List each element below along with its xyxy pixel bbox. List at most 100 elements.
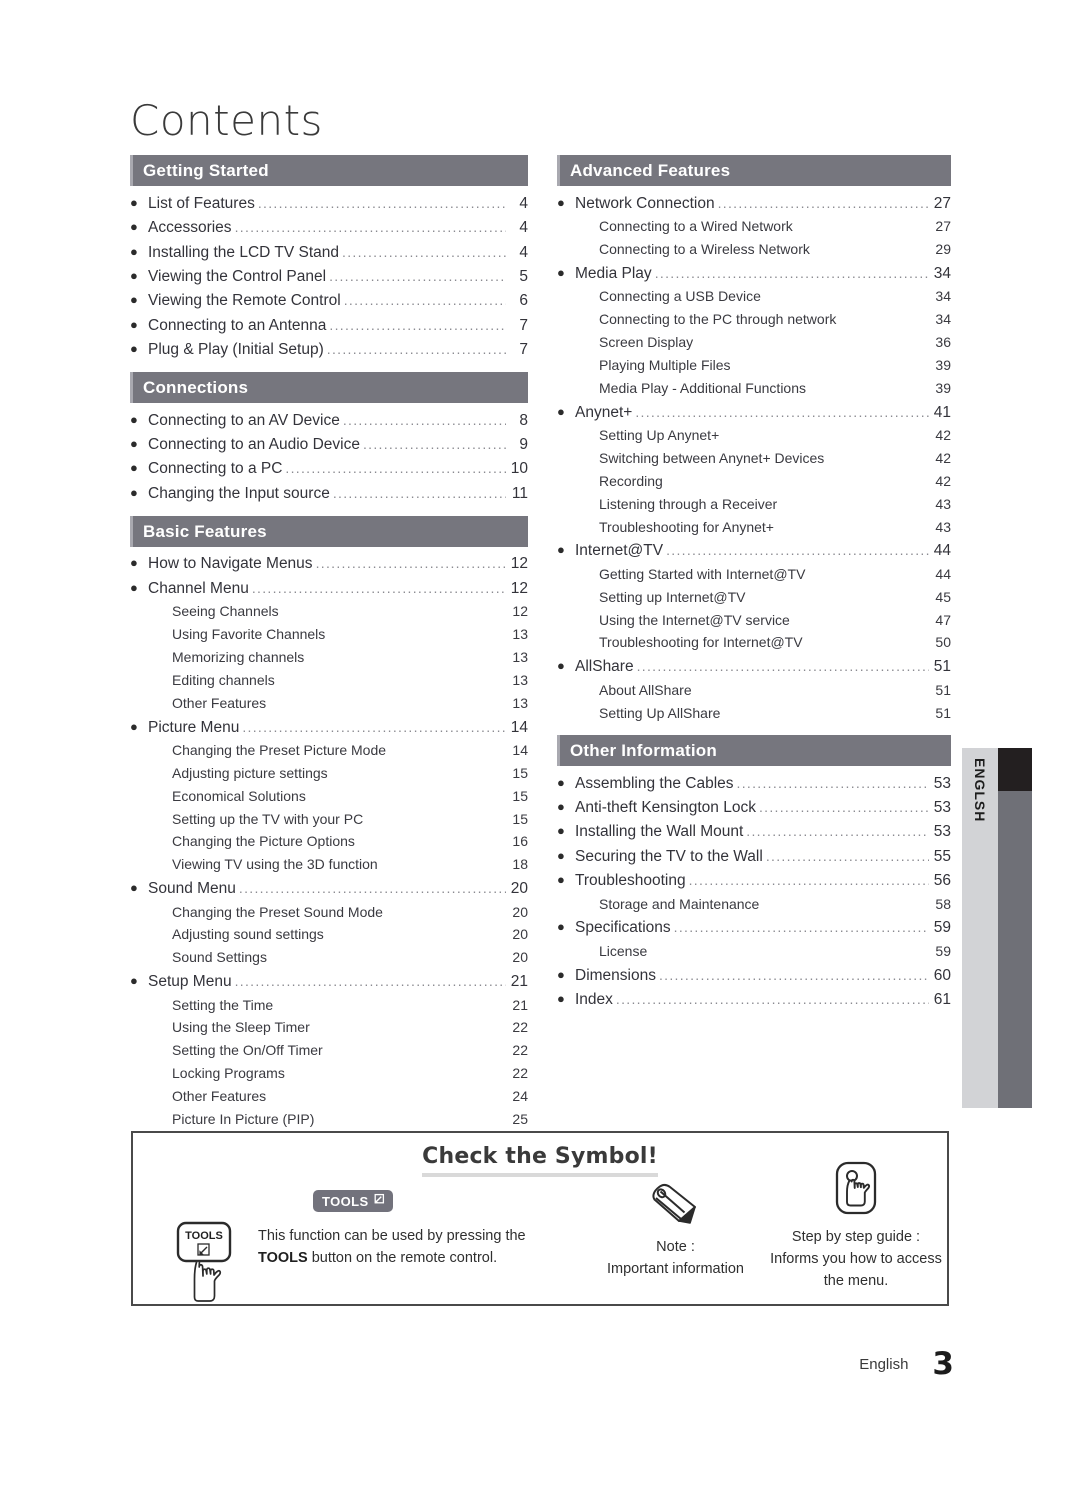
toc-entry[interactable]: License 59 [557,940,951,963]
toc-entry[interactable]: Other Features 24 [130,1086,528,1109]
toc-entry[interactable]: Using Favorite Channels 13 [130,624,528,647]
toc-entry[interactable]: Troubleshooting for Internet@TV 50 [557,632,951,655]
toc-entry-page-number: 18 [512,856,528,873]
toc-entry[interactable]: ● Picture Menu...........................… [130,715,528,739]
toc-entry[interactable]: About AllShare 51 [557,679,951,702]
toc-entry[interactable]: Adjusting sound settings 20 [130,924,528,947]
toc-entry[interactable]: ● Connecting to an AV Device.............… [130,408,528,432]
toc-entry-list: ● Assembling the Cables..................… [557,766,951,1018]
toc-entry[interactable]: ● Connecting to a PC.....................… [130,457,528,481]
toc-entry[interactable]: Setting up the TV with your PC 15 [130,808,528,831]
toc-entry[interactable]: ● Installing the LCD TV Stand............… [130,240,528,264]
toc-entry-page-number: 44 [935,565,951,582]
toc-entry-page-number: 7 [519,341,528,358]
toc-entry[interactable]: Recording 42 [557,470,951,493]
toc-entry-label: Editing channels [172,671,275,688]
toc-entry[interactable]: Screen Display 36 [557,332,951,355]
toc-entry[interactable]: ● Connecting to an Antenna...............… [130,313,528,337]
toc-entry[interactable]: Economical Solutions 15 [130,785,528,808]
toc-entry[interactable]: ● Media Play.............................… [557,261,951,285]
toc-entry[interactable]: ● Anynet+................................… [557,400,951,424]
toc-entry[interactable]: Setting up Internet@TV 45 [557,586,951,609]
guide-caption-title: Step by step guide : [791,1229,921,1245]
toc-entry[interactable]: Troubleshooting for Anynet+ 43 [557,516,951,539]
toc-entry-page-number: 53 [933,774,951,792]
toc-entry[interactable]: Connecting to the PC through network 34 [557,309,951,332]
dot-leader: ........................................… [257,194,506,211]
toc-entry[interactable]: Storage and Maintenance 58 [557,893,951,916]
toc-section: Connections ● Connecting to an AV Device..… [130,371,528,512]
toc-entry-page-number: 50 [935,634,951,651]
toc-entry[interactable]: Playing Multiple Files 39 [557,354,951,377]
toc-entry[interactable]: Connecting to a Wireless Network 29 [557,239,951,262]
toc-entry[interactable]: Other Features 13 [130,692,528,715]
toc-entry[interactable]: Media Play - Additional Functions 39 [557,377,951,400]
toc-entry[interactable]: Switching between Anynet+ Devices 42 [557,447,951,470]
toc-entry-page-number: 41 [933,403,951,421]
toc-entry-label: Adjusting picture settings [172,764,328,781]
toc-entry[interactable]: Seeing Channels 12 [130,601,528,624]
toc-entry-page-number: 51 [935,704,951,721]
toc-entry[interactable]: ● Sound Menu.............................… [130,877,528,901]
toc-entry[interactable]: ● Plug & Play (Initial Setup)............… [130,338,528,362]
toc-entry[interactable]: Changing the Picture Options 16 [130,831,528,854]
toc-entry[interactable]: Connecting to a Wired Network 27 [557,216,951,239]
toc-entry[interactable]: Setting Up AllShare 51 [557,702,951,725]
toc-entry[interactable]: Setting the Time 21 [130,994,528,1017]
footer-language: English [859,1355,909,1373]
toc-entry[interactable]: ● AllShare...............................… [557,655,951,679]
toc-entry[interactable]: ● Internet@TV............................… [557,539,951,563]
toc-entry[interactable]: ● Specifications.........................… [557,916,951,940]
toc-entry-page-number: 12 [512,603,528,620]
bullet-icon: ● [557,991,565,1006]
toc-entry[interactable]: ● Changing the Input source..............… [130,481,528,505]
dot-leader: ........................................… [758,799,929,815]
toc-entry-list: ● Connecting to an AV Device.............… [130,403,528,512]
toc-entry[interactable]: Changing the Preset Picture Mode 14 [130,739,528,762]
toc-entry[interactable]: Setting Up Anynet+ 42 [557,425,951,448]
toc-entry[interactable]: Memorizing channels 13 [130,646,528,669]
dot-leader: ........................................… [332,484,506,501]
toc-entry[interactable]: ● Network Connection.....................… [557,191,951,215]
toc-entry[interactable]: ● Installing the Wall Mount..............… [557,820,951,844]
toc-entry-page-number: 27 [933,194,951,212]
toc-entry[interactable]: ● Connecting to an Audio Device..........… [130,433,528,457]
toc-entry-page-number: 20 [512,926,528,943]
toc-entry[interactable]: Editing channels 13 [130,669,528,692]
toc-entry[interactable]: Changing the Preset Sound Mode 20 [130,901,528,924]
toc-entry[interactable]: ● Anti-theft Kensington Lock.............… [557,796,951,820]
toc-column-right: Advanced Features ● Network Connection....… [557,155,951,1022]
toc-entry[interactable]: ● Index..................................… [557,988,951,1012]
bullet-icon: ● [130,436,138,451]
toc-entry[interactable]: Using the Internet@TV service 47 [557,609,951,632]
toc-entry[interactable]: ● Accessories............................… [130,216,528,240]
toc-entry-label: How to Navigate Menus [148,555,313,573]
toc-entry[interactable]: Adjusting picture settings 15 [130,762,528,785]
toc-entry-page-number: 20 [512,903,528,920]
toc-entry-list: ● Network Connection.....................… [557,186,951,731]
toc-entry[interactable]: Viewing TV using the 3D function 18 [130,854,528,877]
toc-entry[interactable]: ● Troubleshooting........................… [557,869,951,893]
toc-entry-page-number: 20 [512,949,528,966]
toc-entry[interactable]: ● Setup Menu.............................… [130,970,528,994]
toc-entry[interactable]: Listening through a Receiver 43 [557,493,951,516]
toc-entry[interactable]: ● Assembling the Cables..................… [557,771,951,795]
toc-entry[interactable]: ● Securing the TV to the Wall............… [557,844,951,868]
bullet-icon: ● [557,919,565,935]
bullet-icon: ● [557,542,565,558]
toc-entry[interactable]: Using the Sleep Timer 22 [130,1017,528,1040]
dot-leader: ........................................… [654,264,929,281]
toc-entry[interactable]: Sound Settings 20 [130,947,528,970]
toc-entry-page-number: 10 [510,460,528,478]
toc-entry[interactable]: ● List of Features.......................… [130,191,528,215]
toc-entry[interactable]: Getting Started with Internet@TV 44 [557,563,951,586]
toc-entry[interactable]: Picture In Picture (PIP) 25 [130,1108,528,1131]
toc-entry[interactable]: ● Viewing the Remote Control.............… [130,289,528,313]
toc-entry[interactable]: Setting the On/Off Timer 22 [130,1040,528,1063]
toc-entry[interactable]: Connecting a USB Device 34 [557,286,951,309]
toc-entry[interactable]: Locking Programs 22 [130,1063,528,1086]
toc-entry[interactable]: ● Channel Menu...........................… [130,576,528,600]
toc-entry[interactable]: ● Viewing the Control Panel..............… [130,264,528,288]
toc-entry[interactable]: ● How to Navigate Menus..................… [130,552,528,576]
toc-entry[interactable]: ● Dimensions.............................… [557,963,951,987]
